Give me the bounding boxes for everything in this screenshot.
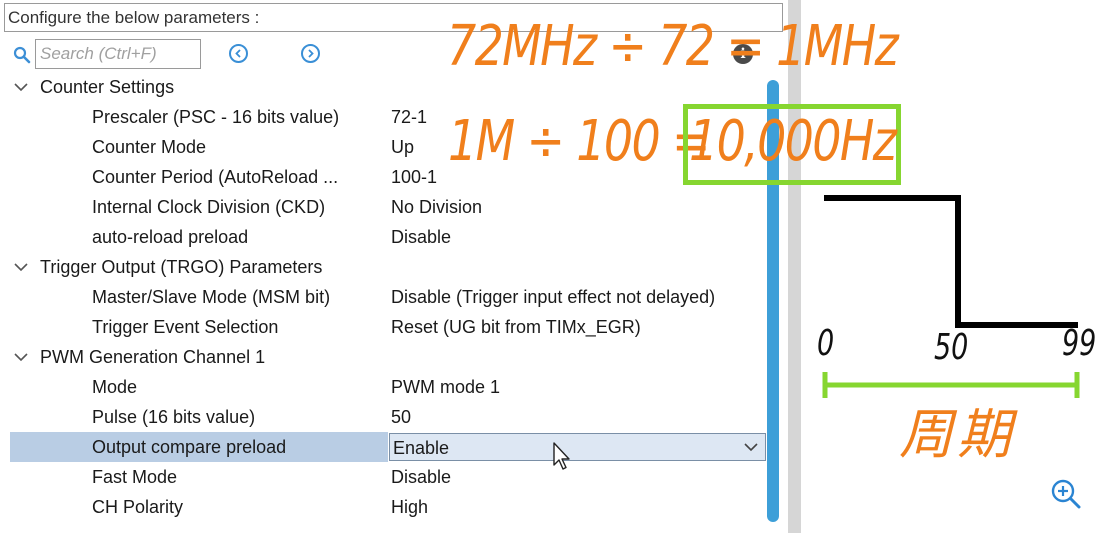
param-row-pwm-mode[interactable]: Mode PWM mode 1: [0, 372, 770, 402]
param-label: Internal Clock Division (CKD): [92, 197, 326, 217]
param-label: Counter Mode: [92, 137, 207, 157]
chevron-down-icon: [14, 263, 28, 272]
period-label: 周期: [899, 403, 1015, 466]
param-label: Counter Period (AutoReload ...: [92, 167, 339, 187]
mouse-cursor-icon: [553, 442, 570, 470]
chevron-down-icon: [14, 353, 28, 362]
formula-frequency-prefix: 1M ÷ 100 =: [448, 109, 710, 174]
chevron-down-icon[interactable]: [743, 441, 759, 453]
param-row-ch-polarity[interactable]: CH Polarity High: [0, 492, 770, 522]
value-dropdown[interactable]: Enable: [389, 433, 766, 461]
param-row-master-slave-mode[interactable]: Master/Slave Mode (MSM bit) Disable (Tri…: [0, 282, 770, 312]
param-value: Up: [391, 137, 415, 157]
param-value: 50: [391, 407, 412, 427]
param-label: Output compare preload: [92, 437, 287, 457]
pwm-waveform: [824, 195, 1078, 328]
param-value: Reset (UG bit from TIMx_EGR): [391, 317, 641, 337]
group-label: Trigger Output (TRGO) Parameters: [40, 257, 323, 277]
param-value: High: [391, 497, 429, 517]
param-label: Prescaler (PSC - 16 bits value): [92, 107, 340, 127]
param-label: Mode: [92, 377, 138, 397]
param-value: Disable (Trigger input effect not delaye…: [391, 287, 716, 307]
param-label: CH Polarity: [92, 497, 184, 517]
param-value: 72-1: [391, 107, 428, 127]
param-value: 100-1: [391, 167, 438, 187]
dropdown-selected-value: Enable: [393, 438, 450, 458]
param-label: auto-reload preload: [92, 227, 249, 247]
group-label: PWM Generation Channel 1: [40, 347, 266, 367]
group-pwm-channel-1[interactable]: PWM Generation Channel 1: [0, 342, 770, 372]
param-label: Trigger Event Selection: [92, 317, 279, 337]
param-row-trigger-event[interactable]: Trigger Event Selection Reset (UG bit fr…: [0, 312, 770, 342]
param-value: No Division: [391, 197, 483, 217]
group-trigger-output[interactable]: Trigger Output (TRGO) Parameters: [0, 252, 770, 282]
chevron-left-icon: [235, 49, 241, 58]
group-label: Counter Settings: [40, 77, 175, 97]
param-row-fast-mode[interactable]: Fast Mode Disable: [0, 462, 770, 492]
param-value: Disable: [391, 467, 452, 487]
search-input[interactable]: [35, 39, 201, 69]
param-row-auto-reload-preload[interactable]: auto-reload preload Disable: [0, 222, 770, 252]
param-label: Pulse (16 bits value): [92, 407, 256, 427]
chevron-right-icon: [308, 49, 314, 58]
search-icon: [13, 46, 31, 64]
zoom-in-icon[interactable]: [1050, 478, 1082, 510]
tick-label-mid: 50: [934, 327, 969, 368]
param-row-clock-division[interactable]: Internal Clock Division (CKD) No Divisio…: [0, 192, 770, 222]
param-label: Fast Mode: [92, 467, 178, 487]
waveform-line: [824, 195, 1078, 328]
tick-label-end: 99: [1062, 323, 1097, 364]
param-value: PWM mode 1: [391, 377, 501, 397]
param-row-pulse[interactable]: Pulse (16 bits value) 50: [0, 402, 770, 432]
param-value: Disable: [391, 227, 452, 247]
next-result-button[interactable]: [301, 44, 320, 63]
prev-result-button[interactable]: [229, 44, 248, 63]
formula-frequency-result: 10,000Hz: [689, 109, 897, 174]
param-row-output-compare-preload[interactable]: Output compare preload Enable: [0, 432, 770, 462]
param-label: Master/Slave Mode (MSM bit): [92, 287, 331, 307]
tick-label-start: 0: [817, 323, 835, 364]
chevron-down-icon: [14, 83, 28, 92]
formula-clock-division: 72MHz ÷ 72 = 1MHz: [447, 14, 899, 79]
